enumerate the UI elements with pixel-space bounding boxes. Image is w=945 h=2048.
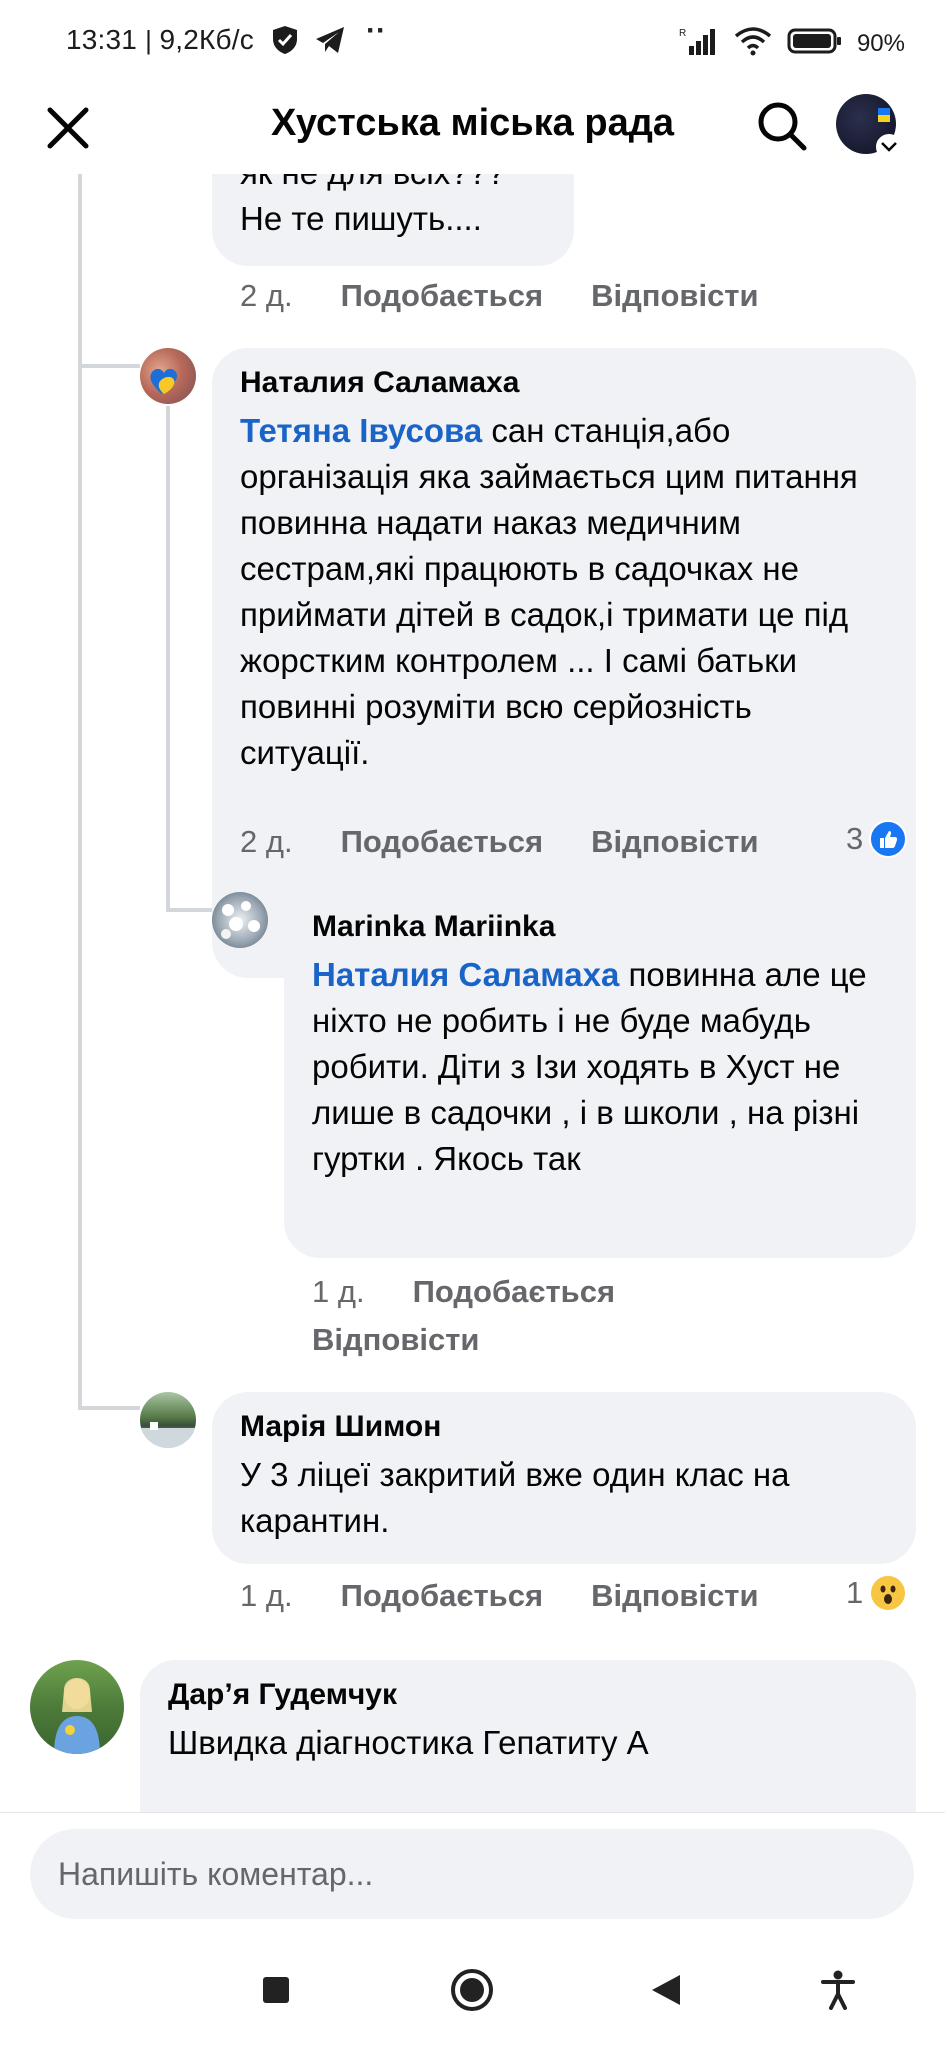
comment-bubble[interactable]: Марія Шимон У 3 ліцеї закритий вже один …: [212, 1392, 916, 1564]
like-button[interactable]: Подобається: [341, 824, 544, 860]
telegram-icon: [314, 25, 346, 60]
status-app-icons: [270, 24, 346, 61]
accessibility-button[interactable]: [816, 1968, 860, 2012]
recent-apps-icon: [263, 1977, 289, 2003]
home-icon: [451, 1969, 493, 2011]
signal-icon: R: [679, 26, 719, 61]
comment-author[interactable]: Marinka Mariinka: [312, 910, 888, 944]
avatar[interactable]: [30, 1660, 124, 1754]
comment-meta: 2 д. Подобається Відповісти: [240, 278, 759, 314]
comment-age: 1 д.: [312, 1274, 365, 1309]
status-separator: |: [145, 25, 160, 55]
search-icon: [758, 102, 807, 151]
thread-line-elbow-3: [78, 1406, 140, 1410]
comment-bubble[interactable]: Дар’я Гудемчук Швидка діагностика Гепати…: [140, 1660, 916, 1814]
comment-age: 2 д.: [240, 824, 293, 859]
comment-text-wrap: Наталия Саламаха повинна але це ніхто не…: [312, 952, 888, 1182]
comment-input[interactable]: [30, 1829, 914, 1919]
profile-button[interactable]: [836, 94, 902, 160]
battery-icon: [787, 27, 843, 60]
comment-composer: [0, 1812, 945, 1930]
thread-line-elbow-1: [78, 364, 140, 368]
back-button[interactable]: [644, 1968, 688, 2012]
comment-text: У 3 ліцеї закритий вже один клас на кара…: [240, 1456, 790, 1539]
reply-button[interactable]: Відповісти: [312, 1322, 480, 1358]
comment-bubble[interactable]: Marinka Mariinka Наталия Саламаха повинн…: [284, 892, 916, 1258]
comment-age: 2 д.: [240, 278, 293, 313]
reply-button[interactable]: Відповісти: [591, 824, 759, 860]
more-dots-icon: ··: [366, 14, 386, 47]
comment-text-wrap: Тетяна Івусова сан станція,або організац…: [240, 408, 888, 776]
comment-author[interactable]: Дар’я Гудемчук: [168, 1678, 888, 1712]
comment-bubble[interactable]: Наталия Саламаха Тетяна Івусова сан стан…: [212, 348, 916, 978]
reply-button[interactable]: Відповісти: [591, 278, 759, 314]
flowers-icon: [221, 901, 260, 939]
landscape-icon: [140, 1422, 196, 1448]
avatar[interactable]: [212, 892, 268, 948]
wifi-icon: [733, 26, 773, 61]
comment-author[interactable]: Марія Шимон: [240, 1410, 888, 1444]
thread-line-reply: [166, 406, 170, 911]
comment-meta: 1 д. Подобається Відповісти: [240, 1578, 759, 1614]
comment-text-partial: як не для всіх???: [240, 174, 546, 196]
thumbs-up-icon: [869, 820, 908, 858]
battery-level: 90%: [856, 29, 905, 57]
mention-link[interactable]: Наталия Саламаха: [312, 956, 619, 993]
status-system-icons: R 90%: [679, 26, 905, 61]
thread-line-elbow-2: [166, 908, 212, 912]
comment-age: 1 д.: [240, 1578, 293, 1613]
like-button[interactable]: Подобається: [413, 1274, 616, 1310]
comment-text: сан станція,або організація яка займаєть…: [240, 412, 858, 771]
recent-apps-button[interactable]: [254, 1968, 298, 2012]
reaction-count: 1: [846, 1575, 864, 1610]
comment-meta: 2 д. Подобається Відповісти: [240, 824, 759, 860]
comment-bubble[interactable]: як не для всіх??? Не те пишуть....: [212, 174, 574, 266]
comment-author[interactable]: Наталия Саламаха: [240, 366, 888, 400]
home-button[interactable]: [450, 1968, 494, 2012]
comment-text: Не те пишуть....: [240, 200, 482, 237]
status-network-speed: 9,2Кб/с: [159, 24, 254, 55]
status-bar: 13:31 | 9,2Кб/с ·· R 90%: [0, 0, 945, 84]
reaction-summary[interactable]: 3: [846, 820, 908, 858]
comment-meta-row2: Відповісти: [312, 1322, 480, 1358]
reaction-summary[interactable]: 1: [846, 1574, 908, 1612]
reaction-count: 3: [846, 821, 864, 856]
search-button[interactable]: [752, 96, 812, 156]
thread-line-main: [78, 174, 82, 1409]
reply-button[interactable]: Відповісти: [591, 1578, 759, 1614]
mention-link[interactable]: Тетяна Івусова: [240, 412, 482, 449]
top-nav: Хустська міська рада: [0, 84, 945, 174]
like-button[interactable]: Подобається: [341, 278, 544, 314]
person-photo-icon: [54, 1678, 100, 1754]
avatar[interactable]: [140, 348, 196, 404]
accessibility-icon: [821, 1970, 855, 2010]
avatar[interactable]: [140, 1392, 196, 1448]
comments-list[interactable]: як не для всіх??? Не те пишуть.... 2 д. …: [0, 174, 945, 1814]
chevron-down-icon: [876, 134, 902, 160]
vpn-shield-icon: [270, 24, 300, 61]
comment-meta: 1 д. Подобається: [312, 1274, 663, 1310]
flag-icon: [878, 108, 890, 122]
status-time: 13:31: [66, 24, 138, 55]
svg-text:R: R: [679, 28, 686, 39]
like-button[interactable]: Подобається: [341, 1578, 544, 1614]
heart-icon: [150, 368, 178, 394]
status-time-row: 13:31 | 9,2Кб/с: [66, 24, 254, 56]
android-nav-bar: [0, 1930, 945, 2048]
comment-text: Швидка діагностика Гепатиту А: [168, 1724, 649, 1761]
wow-icon: [869, 1574, 908, 1612]
back-icon: [652, 1975, 680, 2005]
